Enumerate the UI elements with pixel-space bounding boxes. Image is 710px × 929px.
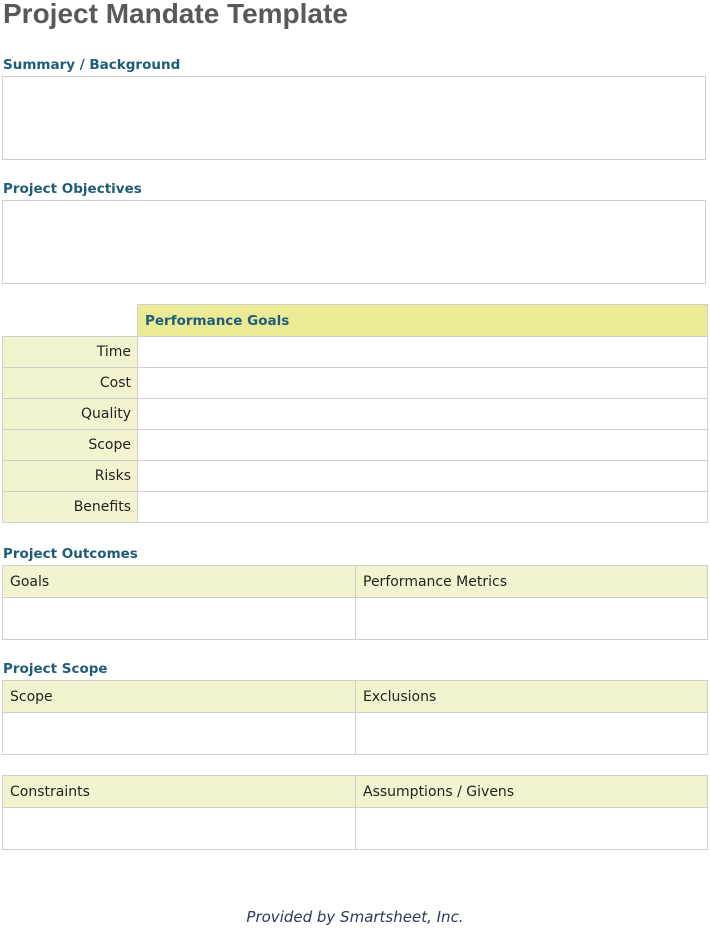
exclusions-header: Exclusions	[355, 680, 708, 713]
scope-header: Scope	[2, 680, 356, 713]
goal-value-risks[interactable]	[137, 460, 708, 492]
goal-label-scope: Scope	[2, 429, 138, 461]
exclusions-cell[interactable]	[355, 712, 708, 755]
goal-label-cost: Cost	[2, 367, 138, 399]
scope-cell[interactable]	[2, 712, 356, 755]
goal-value-time[interactable]	[137, 336, 708, 368]
constraints-header: Constraints	[2, 775, 356, 808]
goal-label-benefits: Benefits	[2, 491, 138, 523]
objectives-text-box[interactable]	[2, 200, 706, 284]
table-corner	[2, 304, 138, 337]
goal-label-risks: Risks	[2, 460, 138, 492]
assumptions-cell[interactable]	[355, 807, 708, 850]
outcomes-table: Goals Performance Metrics	[2, 565, 708, 640]
performance-goals-table: Performance Goals Time Cost Quality Scop…	[2, 304, 708, 523]
scope-heading: Project Scope	[3, 661, 108, 677]
outcomes-goals-header: Goals	[2, 565, 356, 598]
goal-label-time: Time	[2, 336, 138, 368]
goal-value-cost[interactable]	[137, 367, 708, 399]
summary-text-box[interactable]	[2, 76, 706, 160]
page-title: Project Mandate Template	[3, 0, 348, 29]
constraints-table: Constraints Assumptions / Givens	[2, 775, 708, 850]
constraints-cell[interactable]	[2, 807, 356, 850]
goal-value-quality[interactable]	[137, 398, 708, 430]
performance-goals-header: Performance Goals	[137, 304, 708, 337]
scope-table: Scope Exclusions	[2, 680, 708, 755]
goal-label-quality: Quality	[2, 398, 138, 430]
outcomes-heading: Project Outcomes	[3, 546, 138, 562]
outcomes-goals-cell[interactable]	[2, 597, 356, 640]
goal-value-scope[interactable]	[137, 429, 708, 461]
summary-heading: Summary / Background	[3, 57, 181, 73]
assumptions-header: Assumptions / Givens	[355, 775, 708, 808]
goal-value-benefits[interactable]	[137, 491, 708, 523]
footer-credit: Provided by Smartsheet, Inc.	[246, 908, 464, 926]
outcomes-metrics-cell[interactable]	[355, 597, 708, 640]
objectives-heading: Project Objectives	[3, 181, 142, 197]
outcomes-metrics-header: Performance Metrics	[355, 565, 708, 598]
